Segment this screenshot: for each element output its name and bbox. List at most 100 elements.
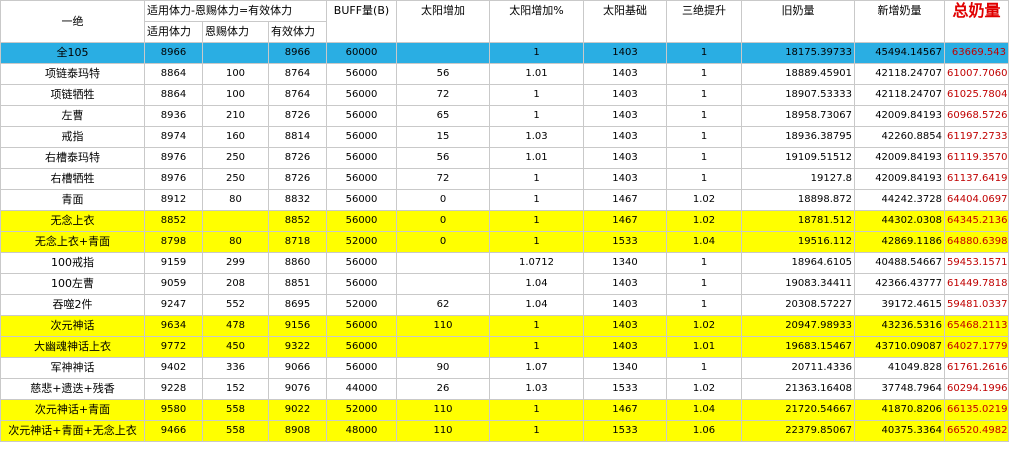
- new-heal-cell[interactable]: 43710.09087: [854, 336, 945, 358]
- buff-cell[interactable]: 56000: [326, 105, 397, 127]
- applied-stamina-cell[interactable]: 8966: [144, 42, 203, 64]
- name-cell[interactable]: 次元神话: [0, 315, 145, 337]
- old-heal-cell[interactable]: 21720.54667: [741, 399, 855, 421]
- triple-boost-cell[interactable]: 1: [666, 147, 742, 169]
- gift-stamina-cell[interactable]: 210: [202, 105, 269, 127]
- name-cell[interactable]: 吞噬2件: [0, 294, 145, 316]
- total-heal-cell[interactable]: 64404.0697: [944, 189, 1009, 211]
- old-heal-cell[interactable]: 18175.39733: [741, 42, 855, 64]
- name-cell[interactable]: 军神神话: [0, 357, 145, 379]
- sun-add-cell[interactable]: 72: [396, 84, 490, 106]
- new-heal-cell[interactable]: 42009.84193: [854, 147, 945, 169]
- old-heal-col-header[interactable]: 旧奶量: [741, 0, 855, 43]
- buff-cell[interactable]: 48000: [326, 420, 397, 442]
- sun-base-cell[interactable]: 1533: [583, 378, 667, 400]
- old-heal-cell[interactable]: 18958.73067: [741, 105, 855, 127]
- buff-cell[interactable]: 56000: [326, 273, 397, 295]
- new-heal-cell[interactable]: 44242.3728: [854, 189, 945, 211]
- new-heal-cell[interactable]: 41049.828: [854, 357, 945, 379]
- name-col-header[interactable]: 一绝: [0, 0, 145, 43]
- effective-stamina-cell[interactable]: 9076: [268, 378, 327, 400]
- sun-base-cell[interactable]: 1403: [583, 126, 667, 148]
- sun-add-pct-cell[interactable]: 1.07: [489, 357, 584, 379]
- buff-cell[interactable]: 52000: [326, 231, 397, 253]
- total-heal-cell[interactable]: 61007.70608: [944, 63, 1009, 85]
- buff-cell[interactable]: 56000: [326, 210, 397, 232]
- triple-boost-cell[interactable]: 1.04: [666, 399, 742, 421]
- triple-boost-cell[interactable]: 1: [666, 42, 742, 64]
- gift-stamina-cell[interactable]: [202, 210, 269, 232]
- buff-cell[interactable]: 56000: [326, 252, 397, 274]
- gift-stamina-cell[interactable]: [202, 42, 269, 64]
- gift-stamina-cell[interactable]: 208: [202, 273, 269, 295]
- gift-stamina-cell[interactable]: 250: [202, 168, 269, 190]
- sun-add-pct-col-header[interactable]: 太阳增加%: [489, 0, 584, 43]
- sun-add-cell[interactable]: 0: [396, 231, 490, 253]
- buff-cell[interactable]: 56000: [326, 357, 397, 379]
- new-heal-cell[interactable]: 42366.43777: [854, 273, 945, 295]
- name-cell[interactable]: 无念上衣: [0, 210, 145, 232]
- name-cell[interactable]: 项链牺牲: [0, 84, 145, 106]
- buff-cell[interactable]: 56000: [326, 315, 397, 337]
- triple-boost-cell[interactable]: 1: [666, 357, 742, 379]
- new-heal-col-header[interactable]: 新增奶量: [854, 0, 945, 43]
- triple-boost-cell[interactable]: 1: [666, 273, 742, 295]
- buff-cell[interactable]: 56000: [326, 168, 397, 190]
- gift-stamina-cell[interactable]: 100: [202, 84, 269, 106]
- total-heal-cell[interactable]: 61449.78187: [944, 273, 1009, 295]
- applied-stamina-cell[interactable]: 8798: [144, 231, 203, 253]
- sun-add-col-header[interactable]: 太阳增加: [396, 0, 490, 43]
- new-heal-cell[interactable]: 43236.5316: [854, 315, 945, 337]
- new-heal-cell[interactable]: 37748.7964: [854, 378, 945, 400]
- sun-add-pct-cell[interactable]: 1.0712: [489, 252, 584, 274]
- applied-stamina-cell[interactable]: 9772: [144, 336, 203, 358]
- total-heal-cell[interactable]: 61761.2616: [944, 357, 1009, 379]
- new-heal-cell[interactable]: 42869.1186: [854, 231, 945, 253]
- triple-boost-cell[interactable]: 1.02: [666, 189, 742, 211]
- new-heal-cell[interactable]: 42118.24707: [854, 63, 945, 85]
- sun-add-cell[interactable]: [396, 252, 490, 274]
- total-heal-col-header[interactable]: 总奶量: [944, 0, 1009, 43]
- effective-stamina-cell[interactable]: 9322: [268, 336, 327, 358]
- sun-add-cell[interactable]: 56: [396, 63, 490, 85]
- total-heal-cell[interactable]: 65468.21135: [944, 315, 1009, 337]
- name-cell[interactable]: 慈悲+遗迭+残香: [0, 378, 145, 400]
- buff-cell[interactable]: 56000: [326, 84, 397, 106]
- applied-stamina-cell[interactable]: 8912: [144, 189, 203, 211]
- name-cell[interactable]: 左曹: [0, 105, 145, 127]
- sun-add-pct-cell[interactable]: 1.03: [489, 378, 584, 400]
- triple-boost-cell[interactable]: 1: [666, 126, 742, 148]
- name-cell[interactable]: 项链泰玛特: [0, 63, 145, 85]
- old-heal-cell[interactable]: 19127.8: [741, 168, 855, 190]
- applied-stamina-cell[interactable]: 9466: [144, 420, 203, 442]
- old-heal-cell[interactable]: 20711.4336: [741, 357, 855, 379]
- new-heal-cell[interactable]: 40375.3364: [854, 420, 945, 442]
- triple-boost-cell[interactable]: 1: [666, 294, 742, 316]
- new-heal-cell[interactable]: 41870.8206: [854, 399, 945, 421]
- sun-base-cell[interactable]: 1403: [583, 168, 667, 190]
- sun-add-pct-cell[interactable]: 1: [489, 231, 584, 253]
- applied-stamina-cell[interactable]: 9228: [144, 378, 203, 400]
- sun-add-pct-cell[interactable]: 1.01: [489, 147, 584, 169]
- gift-stamina-cell[interactable]: 478: [202, 315, 269, 337]
- effective-stamina-cell[interactable]: 8860: [268, 252, 327, 274]
- sun-add-pct-cell[interactable]: 1: [489, 399, 584, 421]
- old-heal-cell[interactable]: 19109.51512: [741, 147, 855, 169]
- gift-stamina-cell[interactable]: 80: [202, 189, 269, 211]
- sun-add-cell[interactable]: 72: [396, 168, 490, 190]
- total-heal-cell[interactable]: 59453.15716: [944, 252, 1009, 274]
- sun-add-pct-cell[interactable]: 1: [489, 105, 584, 127]
- buff-cell[interactable]: 56000: [326, 336, 397, 358]
- gift-stamina-cell[interactable]: 100: [202, 63, 269, 85]
- sun-add-cell[interactable]: 0: [396, 210, 490, 232]
- triple-boost-cell[interactable]: 1.04: [666, 231, 742, 253]
- applied-stamina-cell[interactable]: 8976: [144, 147, 203, 169]
- sun-add-cell[interactable]: 65: [396, 105, 490, 127]
- sun-add-pct-cell[interactable]: 1: [489, 168, 584, 190]
- total-heal-cell[interactable]: 61025.7804: [944, 84, 1009, 106]
- effective-stamina-cell[interactable]: 8718: [268, 231, 327, 253]
- old-heal-cell[interactable]: 19683.15467: [741, 336, 855, 358]
- sun-add-cell[interactable]: [396, 42, 490, 64]
- sun-base-cell[interactable]: 1403: [583, 63, 667, 85]
- triple-boost-cell[interactable]: 1.01: [666, 336, 742, 358]
